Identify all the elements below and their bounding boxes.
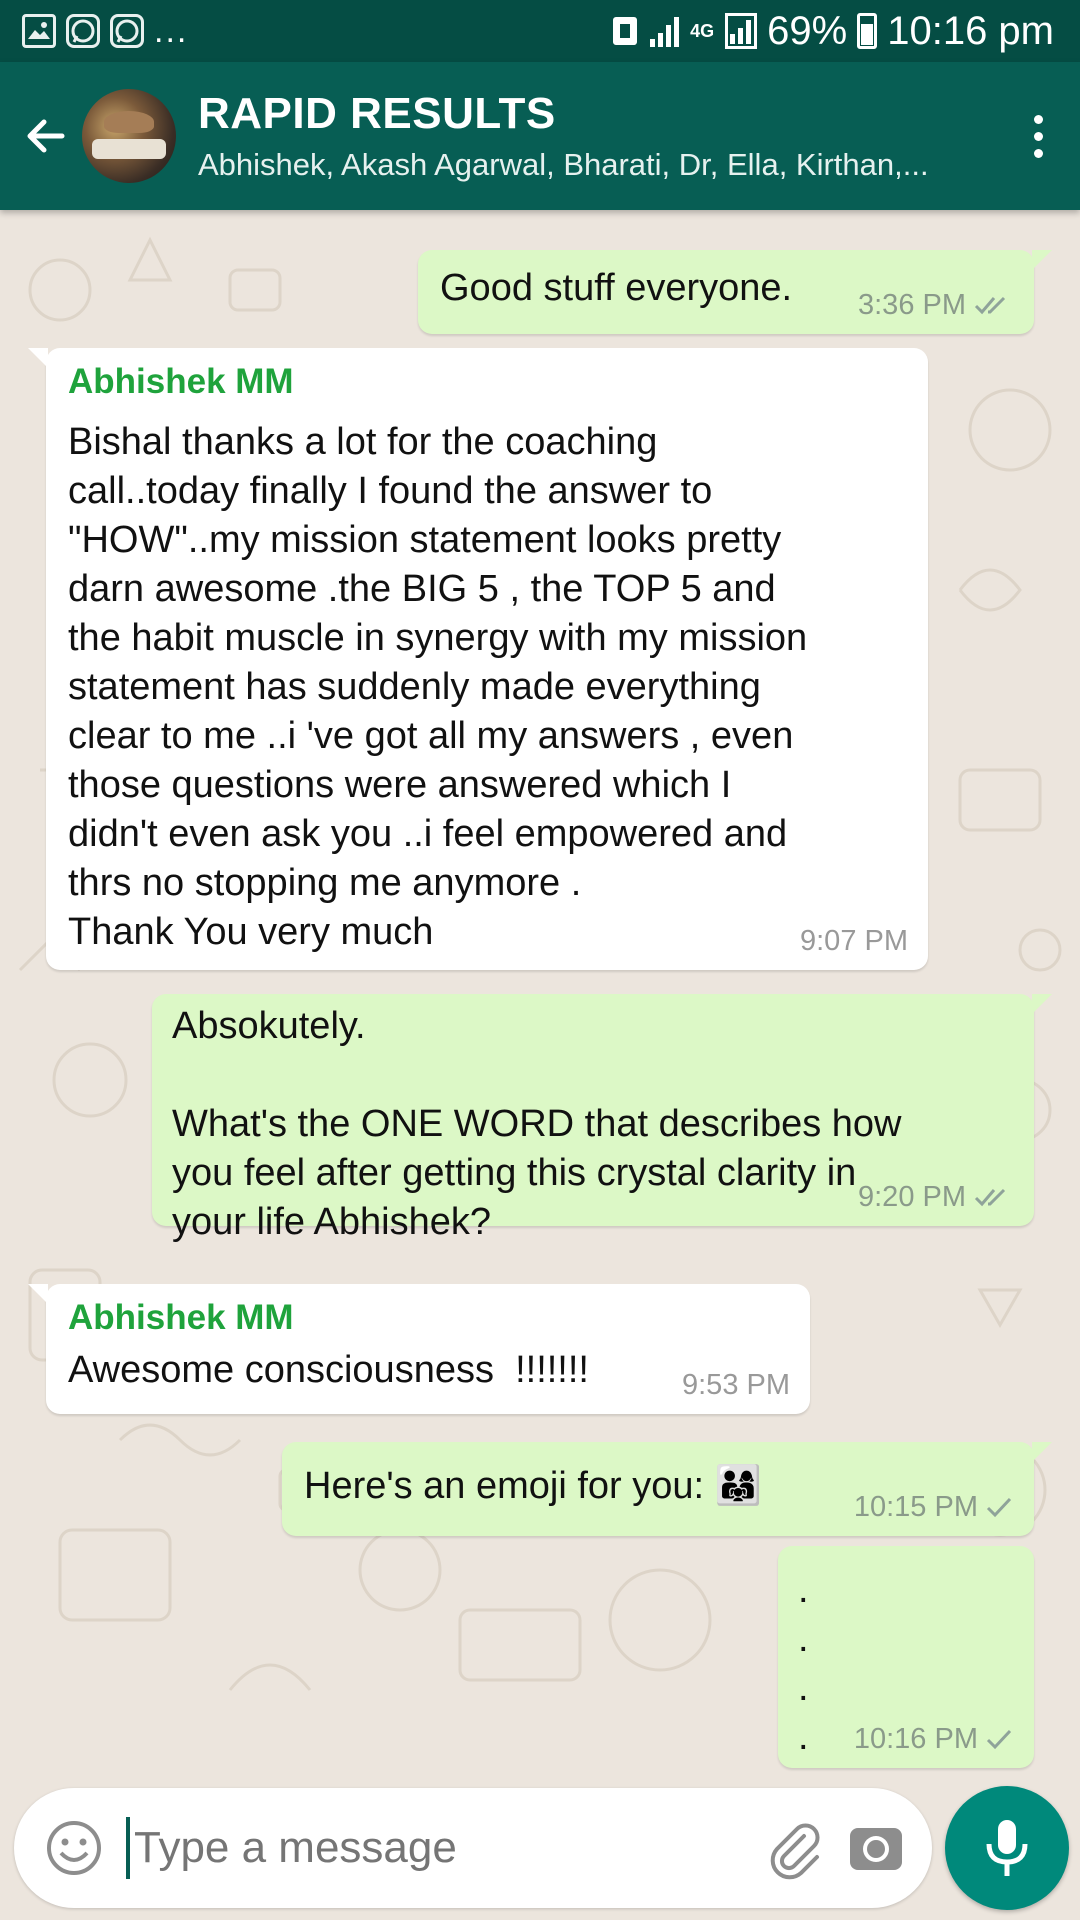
message-time: 10:15 PM	[853, 1491, 978, 1523]
message-text: Absokutely. What's the ONE WORD that des…	[172, 1005, 902, 1243]
read-ticks-icon	[974, 1185, 1014, 1209]
chat-header: RAPID RESULTS Abhishek, Akash Agarwal, B…	[0, 62, 1080, 210]
signal-icon	[650, 15, 680, 47]
message-list[interactable]: Good stuff everyone. 3:36 PM Abhishek MM…	[0, 210, 1080, 1780]
chat-title: RAPID RESULTS	[198, 89, 556, 138]
message-time: 9:20 PM	[858, 1181, 966, 1213]
chat-title-block[interactable]: RAPID RESULTS Abhishek, Akash Agarwal, B…	[198, 89, 1008, 183]
message-meta: 10:16 PM	[854, 1724, 1014, 1754]
message-meta: 3:36 PM	[858, 290, 1014, 320]
nfc-icon	[613, 17, 638, 45]
network-type: 4G	[690, 21, 715, 41]
message-bubble-outgoing[interactable]: Absokutely. What's the ONE WORD that des…	[152, 994, 1052, 1243]
arrow-left-icon[interactable]	[10, 100, 82, 172]
message-bubble-outgoing[interactable]: . . . . 10:16 PM	[778, 1546, 1034, 1768]
message-meta: 9:53 PM	[682, 1370, 790, 1400]
message-bubble-outgoing[interactable]: Here's an emoji for you: 👨‍👩‍👧 10:15 PM	[282, 1442, 1052, 1536]
message-text: Bishal thanks a lot for the coaching cal…	[68, 421, 808, 953]
message-meta: 10:15 PM	[854, 1492, 1014, 1522]
message-meta: 9:20 PM	[858, 1182, 1014, 1212]
system-indicators: 4G 69% 10:16 pm	[610, 9, 1054, 54]
clock: 10:16 pm	[887, 8, 1054, 53]
message-meta: 9:07 PM	[800, 926, 908, 956]
notification-icons: ...	[22, 14, 188, 48]
paperclip-icon[interactable]	[762, 1816, 826, 1880]
message-time: 3:36 PM	[858, 289, 966, 321]
message-text: Here's an emoji for you: 👨‍👩‍👧	[304, 1465, 762, 1507]
status-bar: ... 4G 69% 10:16 pm	[0, 0, 1080, 62]
message-text: . . . .	[798, 1569, 809, 1758]
message-bubble-incoming[interactable]: Abhishek MM Bishal thanks a lot for the …	[28, 348, 928, 970]
battery-icon	[857, 13, 878, 49]
sender-name: Abhishek MM	[68, 362, 294, 401]
message-time: 9:53 PM	[682, 1369, 790, 1401]
message-bubble-outgoing[interactable]: Good stuff everyone. 3:36 PM	[418, 250, 1052, 334]
more-notifications: ...	[154, 12, 189, 50]
message-time: 9:07 PM	[800, 925, 908, 957]
message-bubble-incoming[interactable]: Abhishek MM Awesome consciousness !!!!!!…	[28, 1284, 810, 1414]
read-ticks-icon	[974, 293, 1014, 317]
image-icon	[22, 14, 56, 48]
mic-icon[interactable]	[945, 1786, 1069, 1910]
message-input[interactable]	[126, 1817, 762, 1879]
whatsapp-icon	[110, 14, 144, 48]
message-text: Good stuff everyone.	[440, 267, 793, 309]
group-avatar[interactable]	[82, 89, 176, 183]
battery-percent: 69%	[767, 8, 848, 53]
more-vert-icon[interactable]	[1008, 100, 1068, 172]
message-text: Awesome consciousness !!!!!!!	[68, 1349, 589, 1391]
message-composer	[14, 1788, 932, 1908]
message-time: 10:16 PM	[853, 1723, 978, 1755]
signal-icon-2	[725, 13, 758, 49]
sender-name: Abhishek MM	[68, 1298, 294, 1337]
emoji-icon[interactable]	[44, 1818, 104, 1878]
whatsapp-icon	[66, 14, 100, 48]
sent-tick-icon	[986, 1727, 1014, 1751]
chat-participants: Abhishek, Akash Agarwal, Bharati, Dr, El…	[198, 147, 929, 182]
camera-icon[interactable]	[848, 1820, 904, 1876]
sent-tick-icon	[986, 1495, 1014, 1519]
